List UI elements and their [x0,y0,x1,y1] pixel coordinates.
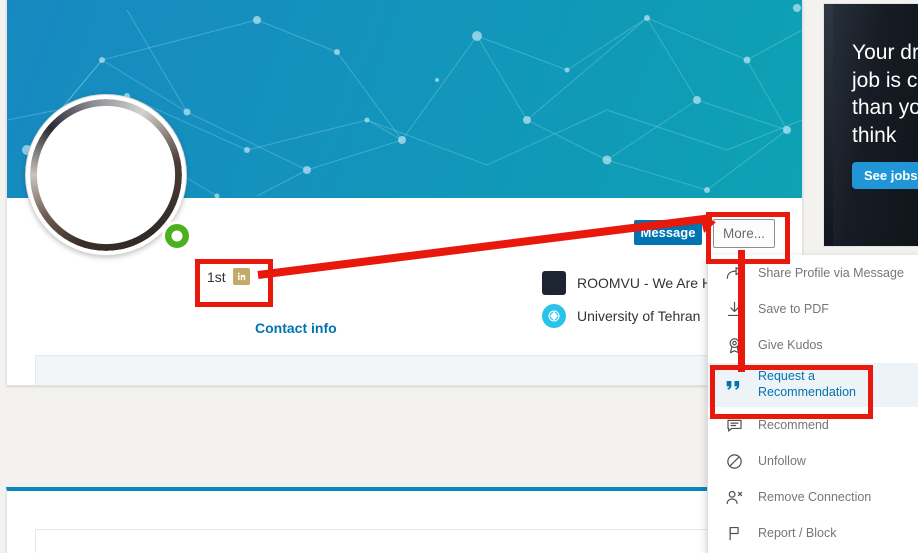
secondary-section-placeholder [35,529,775,553]
circle-slash-icon [723,450,745,472]
degree-label: 1st [207,268,226,285]
award-ribbon-icon [723,334,745,356]
entity-school-name: University of Tehran [577,308,701,324]
speech-bubble-icon [723,414,745,436]
contact-info-link[interactable]: Contact info [255,320,337,336]
see-jobs-button[interactable]: See jobs [852,162,918,189]
download-icon [723,298,745,320]
photo-face-blank [39,108,173,242]
summary-placeholder-box [35,355,775,385]
sponsored-ad[interactable]: Your dr job is c than yo think See jobs [823,3,918,247]
menu-item-unfollow[interactable]: Unfollow [708,443,918,479]
linkedin-icon [232,268,250,285]
menu-item-share-profile[interactable]: Share Profile via Message [708,255,918,291]
menu-item-label: Save to PDF [758,302,829,316]
menu-item-label: Share Profile via Message [758,266,904,280]
open-to-work-ring-icon [162,221,192,251]
message-button[interactable]: Message [634,220,702,245]
linkedin-profile-screenshot: 1st Contact info ROOMVU - We Are Hirin U… [0,0,918,553]
roomvu-company-logo [542,271,566,295]
menu-item-save-to-pdf[interactable]: Save to PDF [708,291,918,327]
menu-item-label: Request a Recommendation [758,369,856,399]
ad-headline: Your dr job is c than yo think [852,41,918,148]
more-actions-dropdown[interactable]: Share Profile via Message Save to PDF Gi… [707,255,918,553]
menu-item-label: Remove Connection [758,490,872,504]
person-remove-icon [723,486,745,508]
menu-item-give-kudos[interactable]: Give Kudos [708,327,918,363]
menu-item-label: Give Kudos [758,338,823,352]
menu-item-label: Report / Block [758,526,837,540]
menu-item-remove-connection[interactable]: Remove Connection [708,479,918,515]
quote-marks-icon [723,374,745,396]
menu-item-request-recommendation[interactable]: Request a Recommendation [708,363,918,407]
avatar[interactable] [26,95,192,255]
menu-item-label: Unfollow [758,454,806,468]
more-button[interactable]: More... [713,219,775,248]
university-of-tehran-logo [542,304,566,328]
share-arrow-icon [723,262,745,284]
menu-item-label: Recommend [758,418,829,432]
secondary-section-card [6,487,803,553]
flag-icon [723,522,745,544]
connection-degree-badge: 1st [207,268,250,285]
ad-left-stripe [824,4,833,246]
menu-item-recommend[interactable]: Recommend [708,407,918,443]
menu-item-report-block[interactable]: Report / Block [708,515,918,551]
